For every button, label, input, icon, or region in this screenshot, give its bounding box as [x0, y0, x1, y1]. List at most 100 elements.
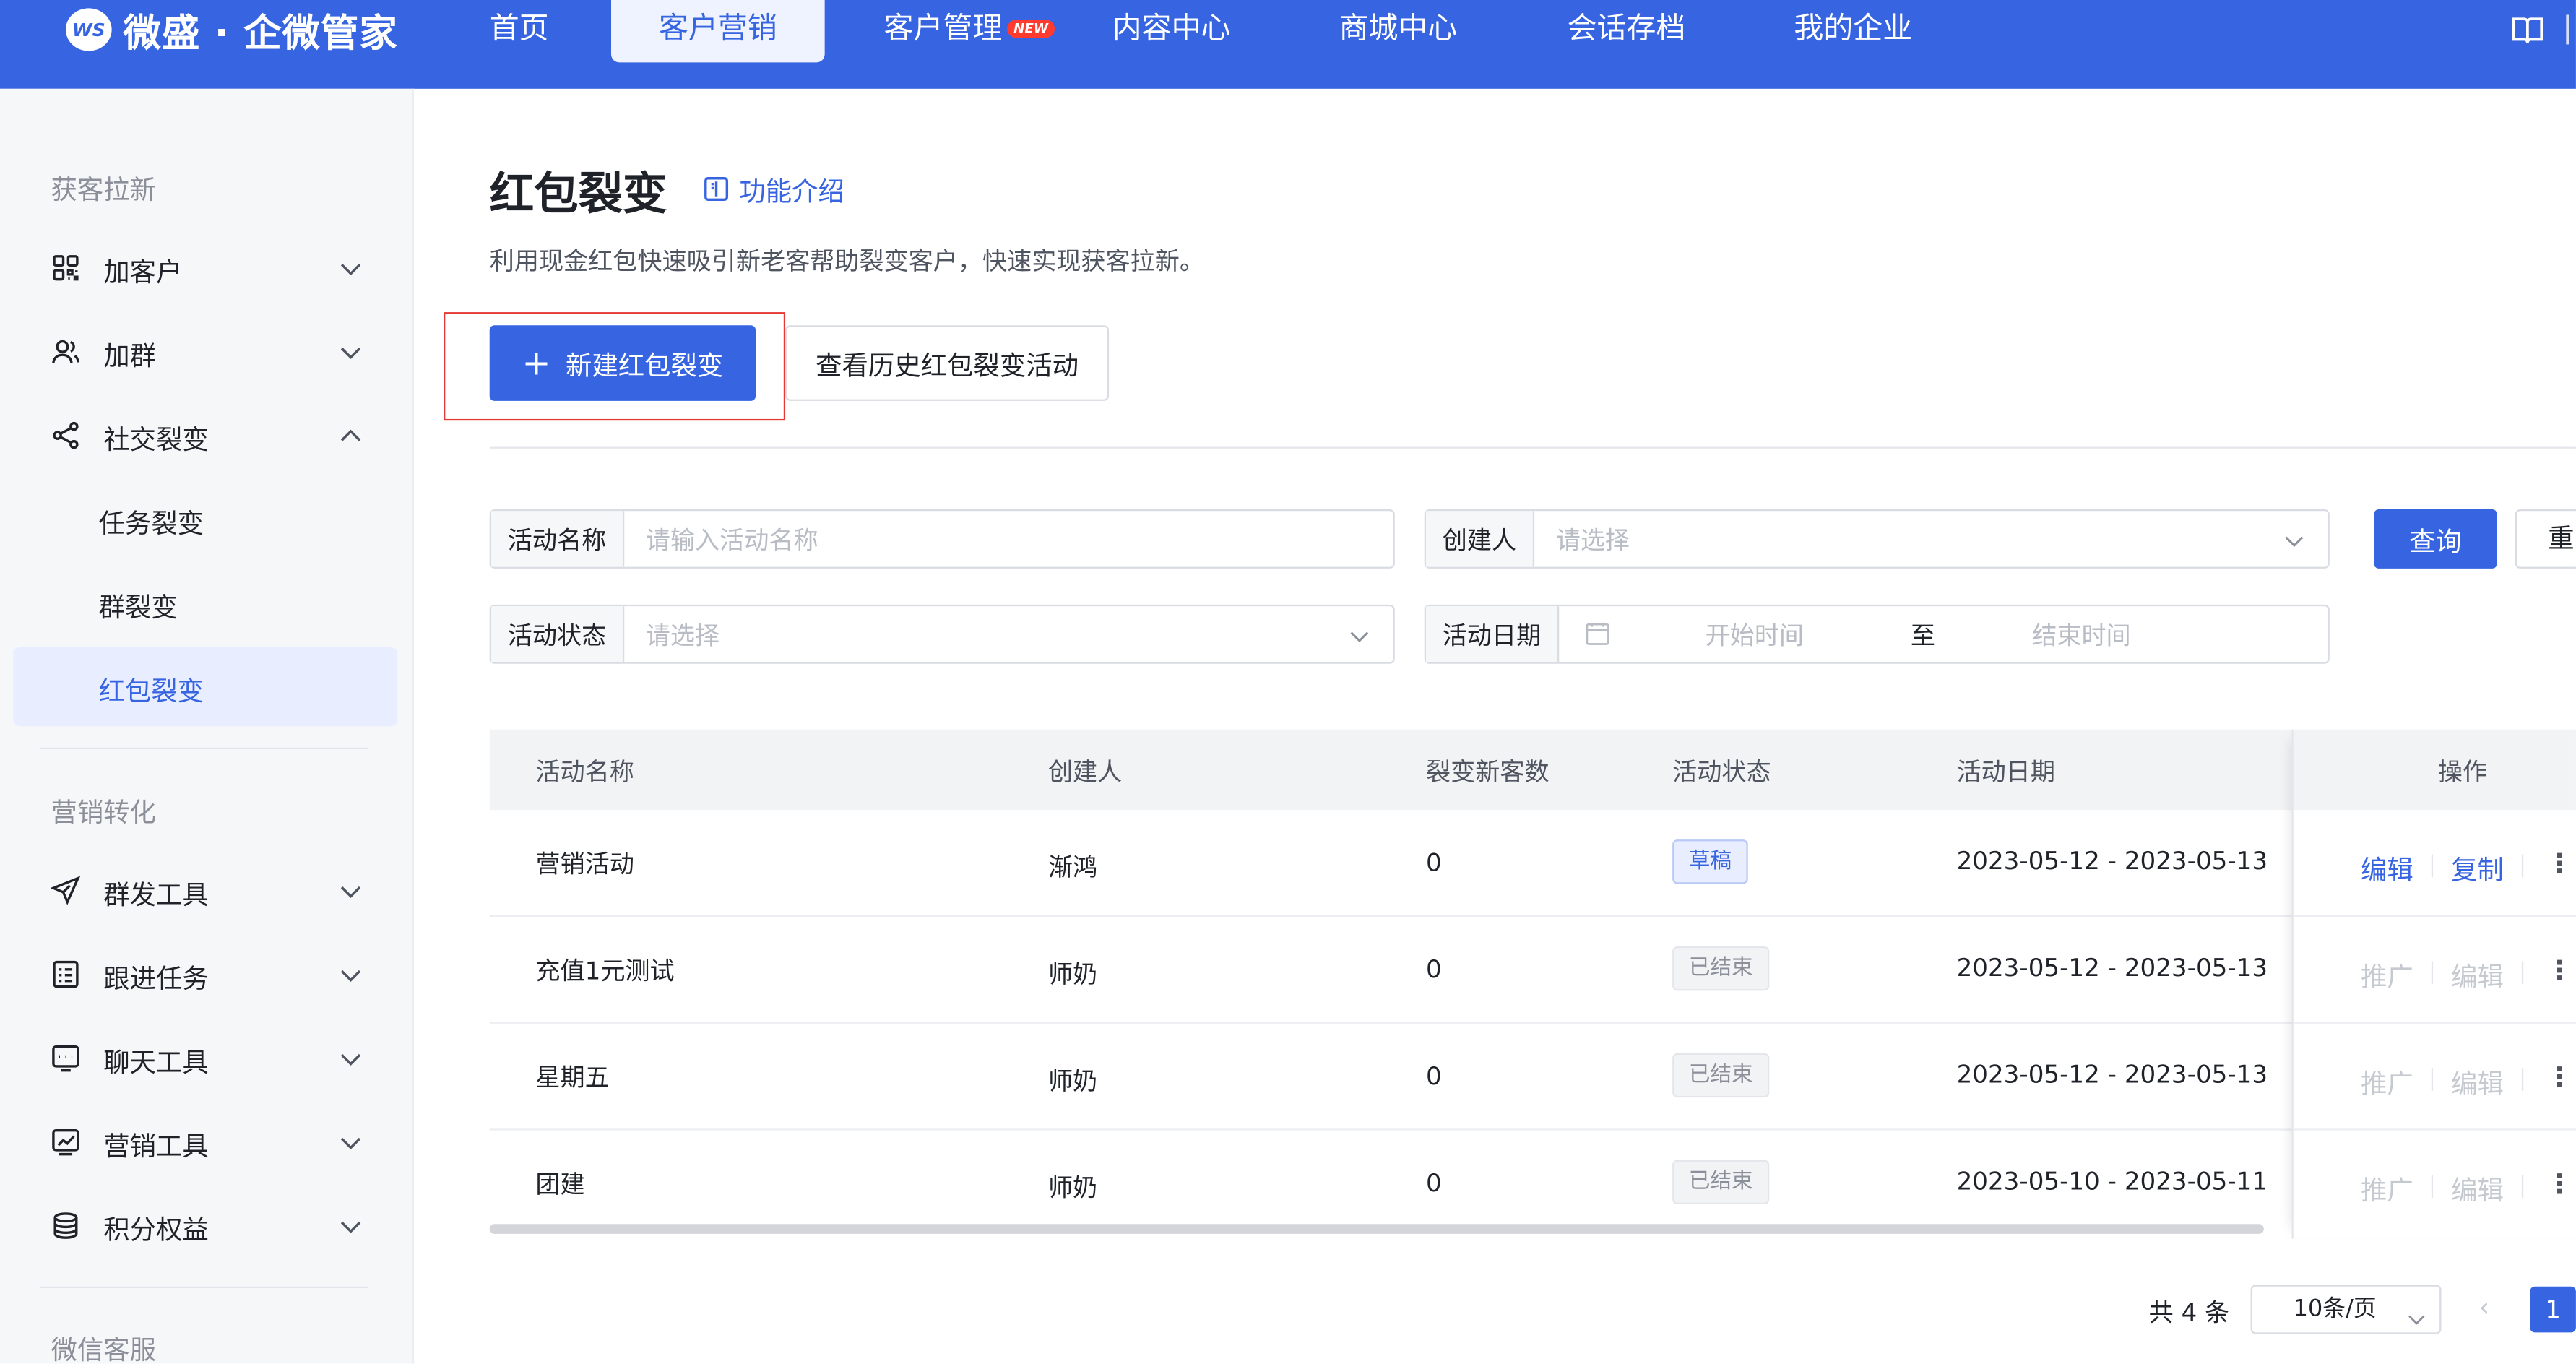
creator-select[interactable]: 请选择: [1534, 511, 2328, 566]
chevron-up-icon: [338, 424, 363, 449]
table-header: 活动名称 创建人 裂变新客数 活动状态 活动日期 操作: [489, 729, 2576, 811]
cell-creator: 师奶: [1047, 959, 1098, 990]
date-range-picker[interactable]: 开始时间 至 结束时间: [1559, 606, 2328, 662]
activity-name-filter: 活动名称 请输入活动名称: [489, 509, 1395, 569]
coins-icon: [51, 1211, 81, 1240]
chevron-down-icon: [1349, 624, 1370, 654]
sidebar-item-add-group[interactable]: 加群: [0, 319, 397, 384]
sidebar-section-title: 获客拉新: [51, 174, 157, 206]
column-header: 创建人: [1047, 757, 1123, 787]
table-horizontal-scrollbar[interactable]: [489, 1224, 2264, 1234]
share-icon: [51, 420, 81, 450]
sidebar-subitem-red-packet-fission[interactable]: 红包裂变: [13, 647, 398, 727]
sidebar-item-add-customer[interactable]: 加客户: [0, 235, 397, 301]
chevron-down-icon: [338, 340, 363, 365]
prev-page-button[interactable]: ‹: [2479, 1292, 2490, 1323]
sidebar-item-marketing-tools[interactable]: 营销工具: [0, 1109, 397, 1175]
column-header: 活动状态: [1672, 757, 1771, 787]
chart-icon: [51, 1127, 81, 1157]
status-badge: 已结束: [1672, 946, 1770, 991]
sidebar-item-label: 加群: [103, 340, 157, 371]
book-icon: [704, 177, 729, 202]
sidebar-subitem-group-fission[interactable]: 群裂变: [13, 564, 397, 642]
nav-item-label: 客户管理: [883, 11, 1003, 46]
status-badge: 已结束: [1672, 1053, 1770, 1098]
sidebar-subitem-task-fission[interactable]: 任务裂变: [13, 480, 397, 558]
grid-icon: [51, 253, 81, 282]
sidebar-item-follow-up[interactable]: 跟进任务: [0, 941, 397, 1007]
cell-activity-name: 团建: [535, 1170, 585, 1200]
sidebar-divider: [39, 1286, 368, 1288]
start-date-input[interactable]: 开始时间: [1706, 618, 1804, 652]
filter-label: 活动状态: [490, 606, 625, 662]
activity-date-filter: 活动日期 开始时间 至 结束时间: [1424, 604, 2330, 664]
calendar-icon: [1586, 621, 1610, 652]
cell-activity-name: 星期五: [535, 1063, 610, 1093]
creator-filter: 创建人 请选择: [1424, 509, 2330, 569]
cell-activity-name: 营销活动: [535, 849, 634, 879]
activity-status-filter: 活动状态 请选择: [489, 604, 1395, 664]
logo-badge-icon: WS: [65, 8, 112, 51]
filter-label: 活动名称: [490, 511, 625, 567]
pagination-total: 共 4 条: [2148, 1298, 2230, 1328]
page-size-label: 10条/页: [2293, 1296, 2377, 1323]
chevron-down-icon: [338, 879, 363, 904]
table-row: 团建 师奶 0 已结束 2023-05-10 - 2023-05-11 推广 编…: [490, 1131, 2576, 1238]
nav-item-my-enterprise[interactable]: 我的企业: [1794, 0, 1912, 62]
nav-item-content-center[interactable]: 内容中心: [1112, 0, 1231, 62]
page-size-select[interactable]: 10条/页: [2250, 1285, 2442, 1334]
plus-icon: +: [522, 342, 551, 382]
cell-new-customers: 0: [1426, 1167, 1442, 1198]
nav-item-session-archive[interactable]: 会话存档: [1568, 0, 1686, 62]
sidebar-item-label: 群发工具: [103, 879, 209, 910]
sidebar-item-chat-tools[interactable]: 聊天工具: [0, 1025, 397, 1091]
filter-label: 活动日期: [1426, 606, 1560, 662]
chevron-down-icon: [338, 256, 363, 281]
sidebar-item-label: 营销工具: [103, 1130, 209, 1162]
column-header: 裂变新客数: [1426, 757, 1550, 787]
query-button[interactable]: 查询: [2374, 509, 2497, 569]
sidebar-item-social-fission[interactable]: 社交裂变: [0, 402, 397, 468]
nav-item-customer-marketing[interactable]: 客户营销: [611, 0, 825, 63]
feature-intro-link[interactable]: 功能介绍: [703, 169, 844, 209]
sidebar-subitem-label: 红包裂变: [98, 675, 204, 707]
sidebar-item-label: 加客户: [103, 256, 183, 288]
page-title: 红包裂变: [489, 169, 667, 220]
book-icon[interactable]: [2512, 17, 2543, 51]
topbar-divider: [2566, 14, 2569, 45]
sidebar-item-points-rights[interactable]: 积分权益: [0, 1193, 397, 1259]
chevron-down-icon: [338, 963, 363, 988]
cell-new-customers: 0: [1426, 1061, 1442, 1092]
sidebar-section-title: 微信客服: [51, 1334, 157, 1364]
section-divider: [489, 446, 2576, 449]
app-logo[interactable]: WS 微盛 · 企微管家: [65, 7, 398, 56]
page-description: 利用现金红包快速吸引新老客帮助裂变客户，快速实现获客拉新。: [489, 246, 1205, 277]
page-number-current[interactable]: 1: [2530, 1286, 2576, 1333]
chat-tool-icon: [51, 1043, 81, 1073]
nav-item-mall-center[interactable]: 商城中心: [1339, 0, 1457, 62]
activity-status-select[interactable]: 请选择: [624, 606, 1393, 662]
filter-label: 创建人: [1426, 511, 1535, 567]
activity-name-input[interactable]: 请输入活动名称: [624, 511, 1393, 566]
chevron-down-icon: [338, 1047, 363, 1071]
reset-button[interactable]: 重: [2515, 509, 2576, 569]
table-row: 充值1元测试 师奶 0 已结束 2023-05-12 - 2023-05-13 …: [489, 917, 2576, 1024]
end-date-input[interactable]: 结束时间: [2032, 618, 2130, 652]
sidebar-item-mass-send[interactable]: 群发工具: [0, 858, 397, 923]
sidebar-subitem-label: 群裂变: [98, 591, 178, 623]
nav-item-home[interactable]: 首页: [490, 0, 549, 62]
sidebar-subitem-label: 任务裂变: [98, 507, 204, 539]
table-row: 营销活动 渐鸿 0 草稿 2023-05-12 - 2023-05-13 编辑 …: [489, 810, 2576, 918]
status-badge: 已结束: [1672, 1160, 1770, 1204]
sidebar-divider: [39, 747, 368, 750]
create-red-packet-fission-button[interactable]: + 新建红包裂变: [489, 325, 756, 401]
cell-new-customers: 0: [1426, 847, 1442, 878]
top-nav-bar: WS 微盛 · 企微管家 首页 客户营销 客户管理 NEW 内容中心 商城中心 会…: [0, 0, 2576, 89]
send-icon: [50, 876, 81, 905]
cell-activity-date: 2023-05-12 - 2023-05-13: [1956, 953, 2268, 983]
view-history-button[interactable]: 查看历史红包裂变活动: [785, 325, 1110, 401]
nav-item-customer-management[interactable]: 客户管理 NEW: [884, 0, 1055, 62]
cell-creator: 渐鸿: [1047, 852, 1098, 883]
user-group-icon: [51, 337, 81, 366]
cell-creator: 师奶: [1047, 1066, 1098, 1096]
